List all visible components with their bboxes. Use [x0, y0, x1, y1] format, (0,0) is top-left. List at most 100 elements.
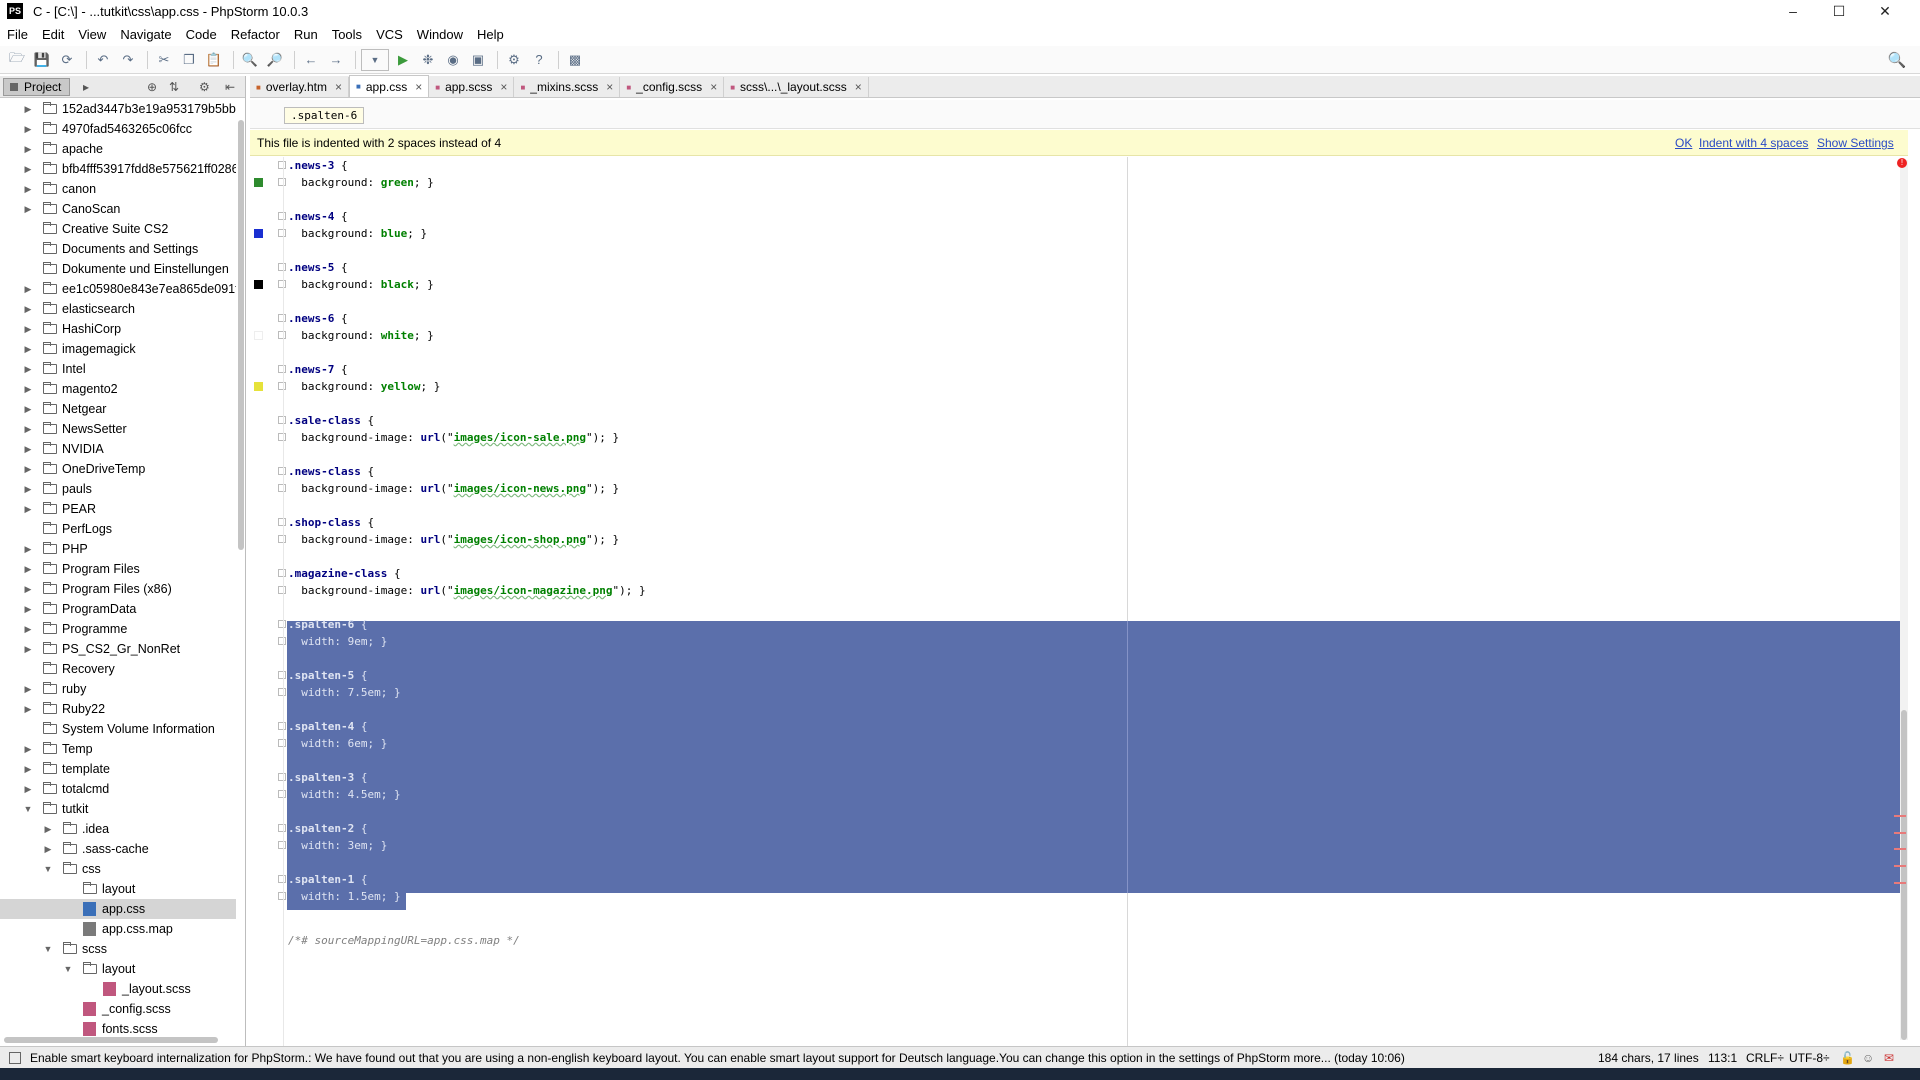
tree-item[interactable]: ▶ canon — [0, 179, 236, 199]
tree-item[interactable]: Recovery — [0, 659, 236, 679]
expanded-arrow-icon[interactable]: ▼ — [22, 799, 34, 819]
fold-marker-icon[interactable] — [278, 790, 286, 798]
collapsed-arrow-icon[interactable]: ▶ — [22, 339, 34, 359]
tree-item[interactable]: ▶ magento2 — [0, 379, 236, 399]
editor-tab[interactable]: ■ app.scss × — [429, 77, 515, 97]
collapsed-arrow-icon[interactable]: ▶ — [22, 279, 34, 299]
collapsed-arrow-icon[interactable]: ▶ — [22, 579, 34, 599]
collapsed-arrow-icon[interactable]: ▶ — [22, 419, 34, 439]
panel-splitter[interactable] — [245, 76, 246, 1046]
tree-item[interactable]: ▶ apache — [0, 139, 236, 159]
menu-code[interactable]: Code — [179, 27, 224, 42]
collapsed-arrow-icon[interactable]: ▶ — [22, 619, 34, 639]
indent-with-4-spaces-link[interactable]: Indent with 4 spaces — [1699, 136, 1808, 150]
tree-item[interactable]: _layout.scss — [0, 979, 236, 999]
collapsed-arrow-icon[interactable]: ▶ — [22, 699, 34, 719]
collapsed-arrow-icon[interactable]: ▶ — [22, 639, 34, 659]
tree-item[interactable]: app.css.map — [0, 919, 236, 939]
fold-marker-icon[interactable] — [278, 161, 286, 169]
fold-marker-icon[interactable] — [278, 773, 286, 781]
tree-item[interactable]: Dokumente und Einstellungen — [0, 259, 236, 279]
collapsed-arrow-icon[interactable]: ▶ — [22, 539, 34, 559]
tree-item[interactable]: ▶ ruby — [0, 679, 236, 699]
fold-marker-icon[interactable] — [278, 824, 286, 832]
fold-marker-icon[interactable] — [278, 620, 286, 628]
tree-item[interactable]: ▶ PEAR — [0, 499, 236, 519]
collapsed-arrow-icon[interactable]: ▶ — [22, 399, 34, 419]
fold-marker-icon[interactable] — [278, 467, 286, 475]
search-everywhere-icon[interactable]: 🔍 — [1886, 49, 1908, 71]
tree-item[interactable]: ▶ Ruby22 — [0, 699, 236, 719]
menu-edit[interactable]: Edit — [35, 27, 71, 42]
tree-item[interactable]: ▶ HashiCorp — [0, 319, 236, 339]
synchronize-icon[interactable]: ⟳ — [56, 49, 78, 71]
menu-run[interactable]: Run — [287, 27, 325, 42]
close-tab-icon[interactable]: × — [855, 80, 862, 94]
tree-item[interactable]: ▶ .idea — [0, 819, 236, 839]
tree-item[interactable]: _config.scss — [0, 999, 236, 1019]
tree-horizontal-scrollbar[interactable] — [4, 1037, 218, 1043]
fold-marker-icon[interactable] — [278, 739, 286, 747]
help-icon[interactable]: ? — [528, 49, 550, 71]
tree-item[interactable]: ▼ scss — [0, 939, 236, 959]
fold-marker-icon[interactable] — [278, 178, 286, 186]
ok-link[interactable]: OK — [1675, 136, 1692, 150]
status-message[interactable]: Enable smart keyboard internalization fo… — [30, 1051, 1405, 1065]
tree-item[interactable]: ▶ totalcmd — [0, 779, 236, 799]
line-separator[interactable]: CRLF÷ — [1746, 1051, 1784, 1065]
collapsed-arrow-icon[interactable]: ▶ — [22, 439, 34, 459]
redo-icon[interactable]: ↷ — [117, 49, 139, 71]
collapsed-arrow-icon[interactable]: ▶ — [22, 499, 34, 519]
tree-item[interactable]: ▶ Program Files (x86) — [0, 579, 236, 599]
back-icon[interactable]: ← — [300, 49, 322, 71]
collapsed-arrow-icon[interactable]: ▶ — [22, 359, 34, 379]
editor-tab[interactable]: ■ scss\...\_layout.scss × — [724, 77, 869, 97]
fold-marker-icon[interactable] — [278, 433, 286, 441]
editor-tab[interactable]: ■ _mixins.scss × — [514, 77, 621, 97]
menu-navigate[interactable]: Navigate — [113, 27, 178, 42]
fold-marker-icon[interactable] — [278, 365, 286, 373]
run-configuration-dropdown[interactable]: ▼ — [361, 48, 389, 71]
find-icon[interactable]: 🔍 — [239, 49, 261, 71]
editor-scrollbar-thumb[interactable] — [1901, 710, 1907, 1040]
menu-tools[interactable]: Tools — [325, 27, 369, 42]
tree-item[interactable]: ▶ Programme — [0, 619, 236, 639]
tree-item[interactable]: fonts.scss — [0, 1019, 236, 1039]
fold-marker-icon[interactable] — [278, 671, 286, 679]
collapsed-arrow-icon[interactable]: ▶ — [22, 559, 34, 579]
phpstorm-icon[interactable]: ▩ — [564, 49, 586, 71]
gear-icon[interactable]: ⚙ — [199, 80, 210, 94]
error-stripe-marker[interactable] — [1894, 815, 1906, 817]
tree-item[interactable]: ▶ .sass-cache — [0, 839, 236, 859]
tree-item[interactable]: ▼ css — [0, 859, 236, 879]
collapse-all-icon[interactable]: ⇅ — [169, 80, 179, 94]
collapsed-arrow-icon[interactable]: ▶ — [22, 159, 34, 179]
close-tab-icon[interactable]: × — [500, 80, 507, 94]
error-stripe-icon[interactable]: ! — [1897, 158, 1907, 168]
menu-view[interactable]: View — [71, 27, 113, 42]
fold-marker-icon[interactable] — [278, 416, 286, 424]
phpstorm-app-icon[interactable]: PS — [7, 3, 23, 19]
project-view-selector[interactable]: Project — [3, 77, 71, 96]
tree-item[interactable]: ▼ layout — [0, 959, 236, 979]
error-stripe-marker[interactable] — [1894, 882, 1906, 884]
fold-marker-icon[interactable] — [278, 518, 286, 526]
attach-debugger-icon[interactable]: ▣ — [467, 49, 489, 71]
menu-refactor[interactable]: Refactor — [224, 27, 287, 42]
paste-icon[interactable]: 📋 — [203, 49, 225, 71]
tree-item[interactable]: ▶ 152ad3447b3e19a953179b5bbc7a — [0, 99, 236, 119]
caret-position[interactable]: 113:1 — [1708, 1051, 1737, 1065]
expanded-arrow-icon[interactable]: ▼ — [42, 859, 54, 879]
menu-file[interactable]: File — [0, 27, 35, 42]
fold-marker-icon[interactable] — [278, 229, 286, 237]
tree-item[interactable]: ▼ tutkit — [0, 799, 236, 819]
menu-vcs[interactable]: VCS — [369, 27, 410, 42]
minimize-icon[interactable]: – — [1770, 0, 1816, 22]
scroll-from-source-icon[interactable]: ⊕ — [147, 80, 157, 94]
collapsed-arrow-icon[interactable]: ▶ — [22, 739, 34, 759]
fold-marker-icon[interactable] — [278, 535, 286, 543]
fold-marker-icon[interactable] — [278, 586, 286, 594]
run-icon[interactable]: ▶ — [392, 49, 414, 71]
tree-item[interactable]: layout — [0, 879, 236, 899]
fold-marker-icon[interactable] — [278, 484, 286, 492]
